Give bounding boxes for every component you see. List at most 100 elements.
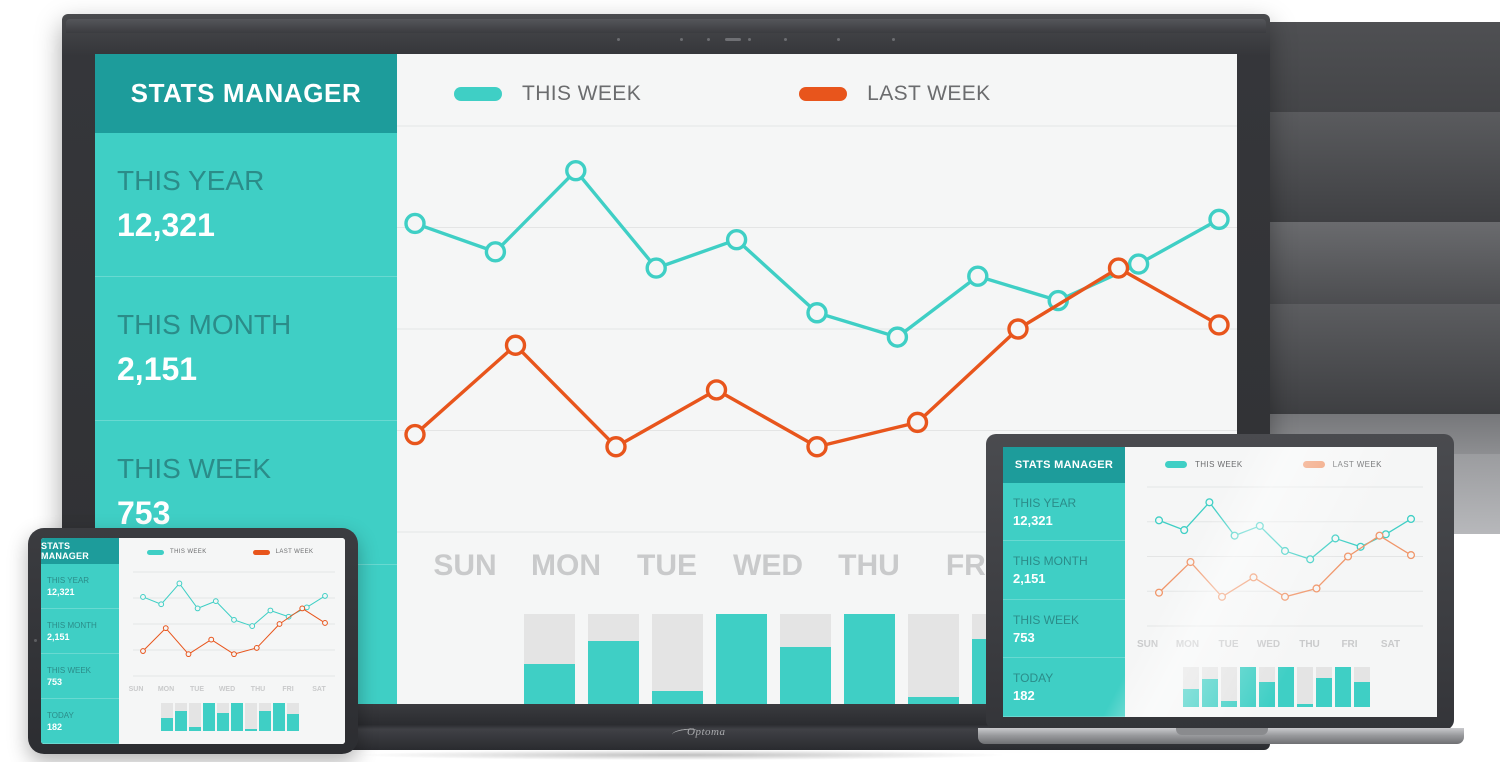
data-point-marker[interactable] [1208,208,1230,231]
bar-chart[interactable] [161,703,301,731]
data-point-marker[interactable] [1127,253,1150,275]
bar-track[interactable] [524,614,575,704]
legend-item-this-week[interactable]: THIS WEEK [147,549,207,555]
bar-track[interactable] [287,703,299,731]
bar-track[interactable] [1259,667,1275,707]
data-point-marker[interactable] [886,326,909,348]
data-point-marker[interactable] [231,616,237,623]
data-point-marker[interactable] [645,257,667,279]
data-point-marker[interactable] [1406,551,1416,560]
bar-track[interactable] [175,703,187,731]
data-point-marker[interactable] [1180,526,1189,535]
data-point-marker[interactable] [1406,514,1416,524]
stat-card-this-month[interactable]: THIS MONTH 2,151 [1003,541,1125,600]
data-point-marker[interactable] [484,241,507,263]
data-point-marker[interactable] [299,605,306,612]
data-point-marker[interactable] [1280,546,1290,555]
bar-track[interactable] [1240,667,1256,707]
stat-card-this-month[interactable]: THIS MONTH 2,151 [41,609,119,654]
bar-track[interactable] [189,703,201,731]
bar-track[interactable] [1316,667,1332,707]
data-point-marker[interactable] [1154,588,1164,597]
data-point-marker[interactable] [705,379,728,401]
bar-track[interactable] [259,703,271,731]
bar-track[interactable] [161,703,173,731]
bar-track[interactable] [1278,667,1294,707]
data-point-marker[interactable] [725,228,748,251]
data-point-marker[interactable] [1186,558,1195,567]
data-point-marker[interactable] [1217,592,1227,601]
bar-track[interactable] [1221,667,1237,707]
data-point-marker[interactable] [504,334,527,356]
bar-track[interactable] [588,614,639,704]
stat-card-this-week[interactable]: THIS WEEK 753 [1003,600,1125,659]
data-point-marker[interactable] [1306,555,1315,564]
data-point-marker[interactable] [404,423,426,446]
bar-track[interactable] [844,614,895,704]
data-point-marker[interactable] [1331,534,1340,543]
stat-card-this-week[interactable]: THIS WEEK 753 [41,654,119,699]
data-point-marker[interactable] [1230,531,1239,540]
data-point-marker[interactable] [1280,592,1290,601]
stat-card-this-month[interactable]: THIS MONTH 2,151 [95,277,397,421]
data-point-marker[interactable] [605,436,627,458]
bar-track[interactable] [245,703,257,731]
data-point-marker[interactable] [162,625,169,632]
data-point-marker[interactable] [806,436,828,458]
data-point-marker[interactable] [185,651,192,658]
data-point-marker[interactable] [194,605,201,612]
legend-item-this-week[interactable]: THIS WEEK [1165,460,1243,469]
legend-item-last-week[interactable]: LAST WEEK [1302,460,1382,469]
data-point-marker[interactable] [1205,498,1214,507]
bar-track[interactable] [908,614,959,704]
bar-track[interactable] [652,614,703,704]
data-point-marker[interactable] [140,648,146,654]
line-chart-plot[interactable] [1147,479,1423,634]
data-point-marker[interactable] [565,159,587,182]
data-point-marker[interactable] [303,604,310,611]
legend-item-last-week[interactable]: LAST WEEK [799,82,990,106]
bar-track[interactable] [217,703,229,731]
bar-track[interactable] [273,703,285,731]
data-point-marker[interactable] [276,621,283,627]
data-point-marker[interactable] [231,651,237,658]
data-point-marker[interactable] [1343,552,1353,561]
data-point-marker[interactable] [1007,318,1029,340]
bar-track[interactable] [1183,667,1199,707]
stat-card-this-year[interactable]: THIS YEAR 12,321 [41,564,119,609]
data-point-marker[interactable] [208,636,215,643]
stat-card-today[interactable]: TODAY 182 [1003,658,1125,717]
data-point-marker[interactable] [322,620,328,626]
stat-card-this-year[interactable]: THIS YEAR 12,321 [95,133,397,277]
data-point-marker[interactable] [253,645,260,651]
data-point-marker[interactable] [176,580,183,587]
bar-track[interactable] [1297,667,1313,707]
bar-track[interactable] [1354,667,1370,707]
data-point-marker[interactable] [267,607,274,614]
bar-track[interactable] [1202,667,1218,707]
legend-item-this-week[interactable]: THIS WEEK [454,82,641,106]
legend-item-last-week[interactable]: LAST WEEK [252,549,314,555]
data-point-marker[interactable] [1107,257,1130,279]
data-point-marker[interactable] [906,411,929,434]
data-point-marker[interactable] [1154,516,1164,525]
bar-track[interactable] [1335,667,1351,707]
data-point-marker[interactable] [1249,573,1258,582]
line-chart-plot[interactable] [133,565,335,683]
data-point-marker[interactable] [967,265,989,287]
laptop-screen[interactable]: STATS MANAGER THIS YEAR 12,321 THIS MONT… [1003,447,1437,717]
bar-track[interactable] [231,703,243,731]
data-point-marker[interactable] [1255,521,1264,530]
bar-track[interactable] [203,703,215,731]
data-point-marker[interactable] [212,598,219,605]
stat-card-today[interactable]: TODAY 182 [41,699,119,744]
data-point-marker[interactable] [404,212,426,235]
data-point-marker[interactable] [1375,531,1384,540]
stat-card-this-year[interactable]: THIS YEAR 12,321 [1003,483,1125,542]
bar-track[interactable] [780,614,831,704]
data-point-marker[interactable] [140,594,146,600]
data-point-marker[interactable] [1208,314,1230,336]
bar-chart[interactable] [1183,667,1373,707]
bar-track[interactable] [716,614,767,704]
data-point-marker[interactable] [1312,584,1321,593]
